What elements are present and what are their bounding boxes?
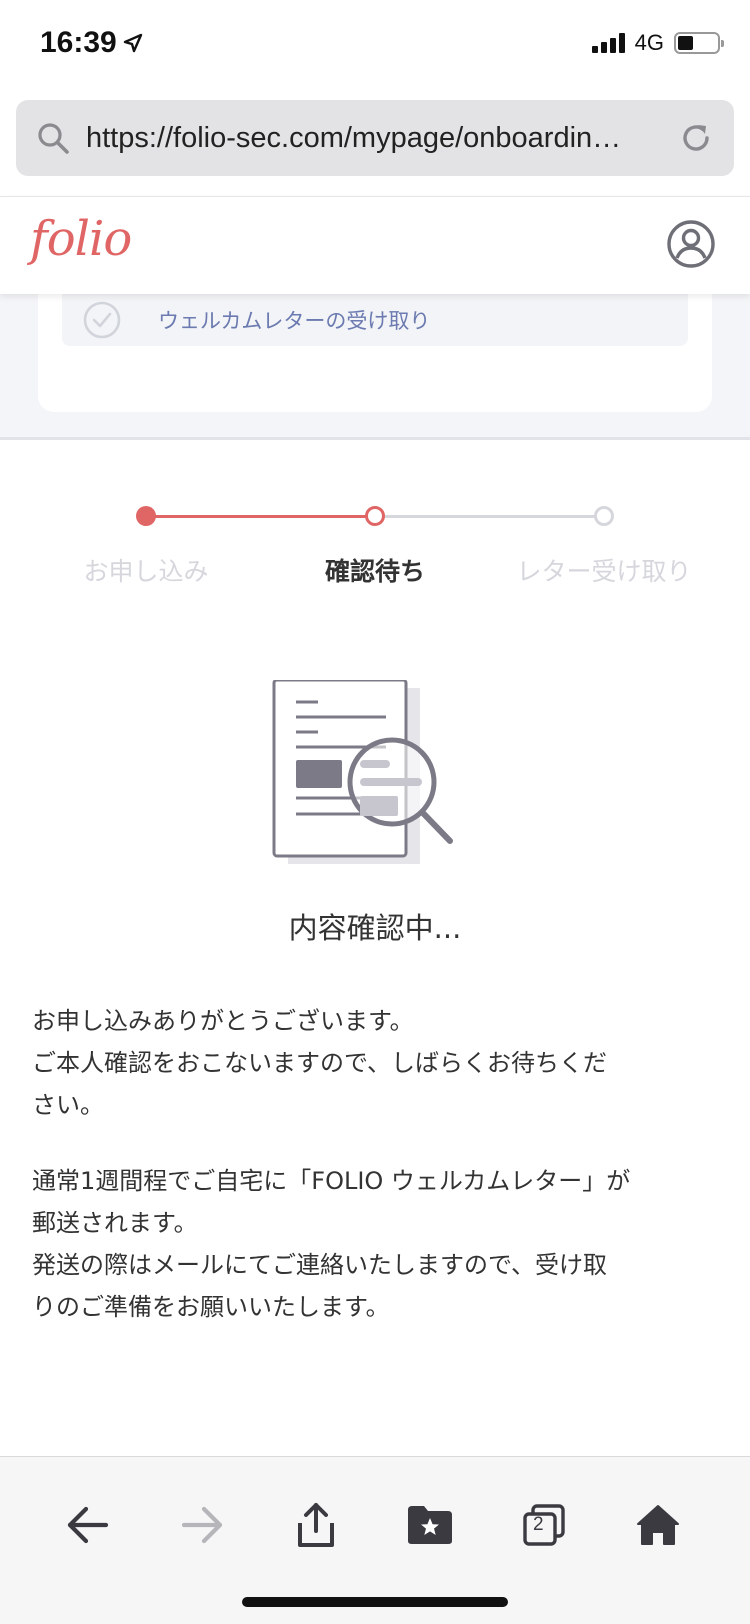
message-line: さい。 — [32, 1091, 104, 1119]
message-line: 郵送されます。 — [32, 1209, 198, 1237]
progress-stepper: お申し込み 確認待ち レター受け取り — [0, 500, 750, 600]
status-time: 16:39 — [40, 26, 143, 60]
reload-icon[interactable] — [678, 120, 714, 156]
step-label-1: お申し込み — [83, 557, 209, 586]
onboarding-card: ウェルカムレターの受け取り — [38, 294, 712, 412]
step-dot-3 — [594, 506, 614, 526]
arrow-left-icon — [67, 1506, 109, 1544]
network-type: 4G — [634, 30, 664, 55]
home-indicator — [242, 1597, 508, 1607]
step-label-3: レター受け取り — [516, 557, 692, 586]
share-button[interactable] — [288, 1497, 344, 1553]
tabs-button[interactable]: 2 — [516, 1497, 572, 1553]
signal-icon — [591, 33, 625, 53]
step-label-2: 確認待ち — [324, 557, 425, 586]
message-line: お申し込みありがとうございます。 — [32, 1007, 414, 1035]
shipping-message: 通常1週間程でご自宅に「FOLIO ウェルカムレター」が 郵送されます。 発送の… — [32, 1160, 722, 1328]
url-text[interactable]: https://folio-sec.com/mypage/onboardin… — [86, 122, 678, 155]
location-arrow-icon — [123, 33, 142, 53]
site-header: folio — [0, 196, 750, 294]
bookmarks-button[interactable] — [402, 1497, 458, 1553]
home-icon — [637, 1505, 679, 1545]
address-bar[interactable]: https://folio-sec.com/mypage/onboardin… — [16, 100, 734, 176]
checklist-item-label: ウェルカムレターの受け取り — [158, 309, 431, 333]
search-icon — [38, 123, 69, 154]
thanks-message: お申し込みありがとうございます。 ご本人確認をおこないますので、しばらくお待ちく… — [32, 1000, 722, 1126]
message-line: りのご準備をお願いいたします。 — [32, 1293, 390, 1321]
folio-logo[interactable]: folio — [30, 211, 132, 267]
checklist-item[interactable]: ウェルカムレターの受け取り — [62, 294, 688, 346]
step-line-1 — [146, 515, 374, 518]
clock-text: 16:39 — [40, 26, 117, 59]
step-dot-1 — [136, 506, 156, 526]
share-icon — [298, 1503, 334, 1547]
tabs-icon — [523, 1504, 565, 1546]
check-circle-icon — [83, 301, 121, 339]
arrow-right-icon — [181, 1506, 223, 1544]
message-line: ご本人確認をおこないますので、しばらくお待ちくだ — [32, 1049, 608, 1077]
onboarding-card-section: ウェルカムレターの受け取り — [0, 294, 750, 440]
step-line-2 — [384, 515, 604, 518]
step-dot-2 — [365, 506, 385, 526]
document-review-icon — [272, 680, 453, 864]
status-indicators: 4G — [591, 30, 724, 56]
message-line: 通常1週間程でご自宅に「FOLIO ウェルカムレター」が — [32, 1167, 631, 1195]
back-button[interactable] — [60, 1497, 116, 1553]
battery-icon — [674, 32, 724, 54]
tab-count: 2 — [533, 1514, 544, 1535]
bookmark-folder-icon — [408, 1506, 452, 1544]
home-button[interactable] — [630, 1497, 686, 1553]
forward-button[interactable] — [174, 1497, 230, 1553]
review-status: 内容確認中... — [288, 911, 462, 945]
profile-icon[interactable] — [666, 219, 716, 269]
status-bar: 16:39 4G — [0, 0, 750, 92]
message-line: 発送の際はメールにてご連絡いたしますので、受け取 — [32, 1251, 608, 1279]
